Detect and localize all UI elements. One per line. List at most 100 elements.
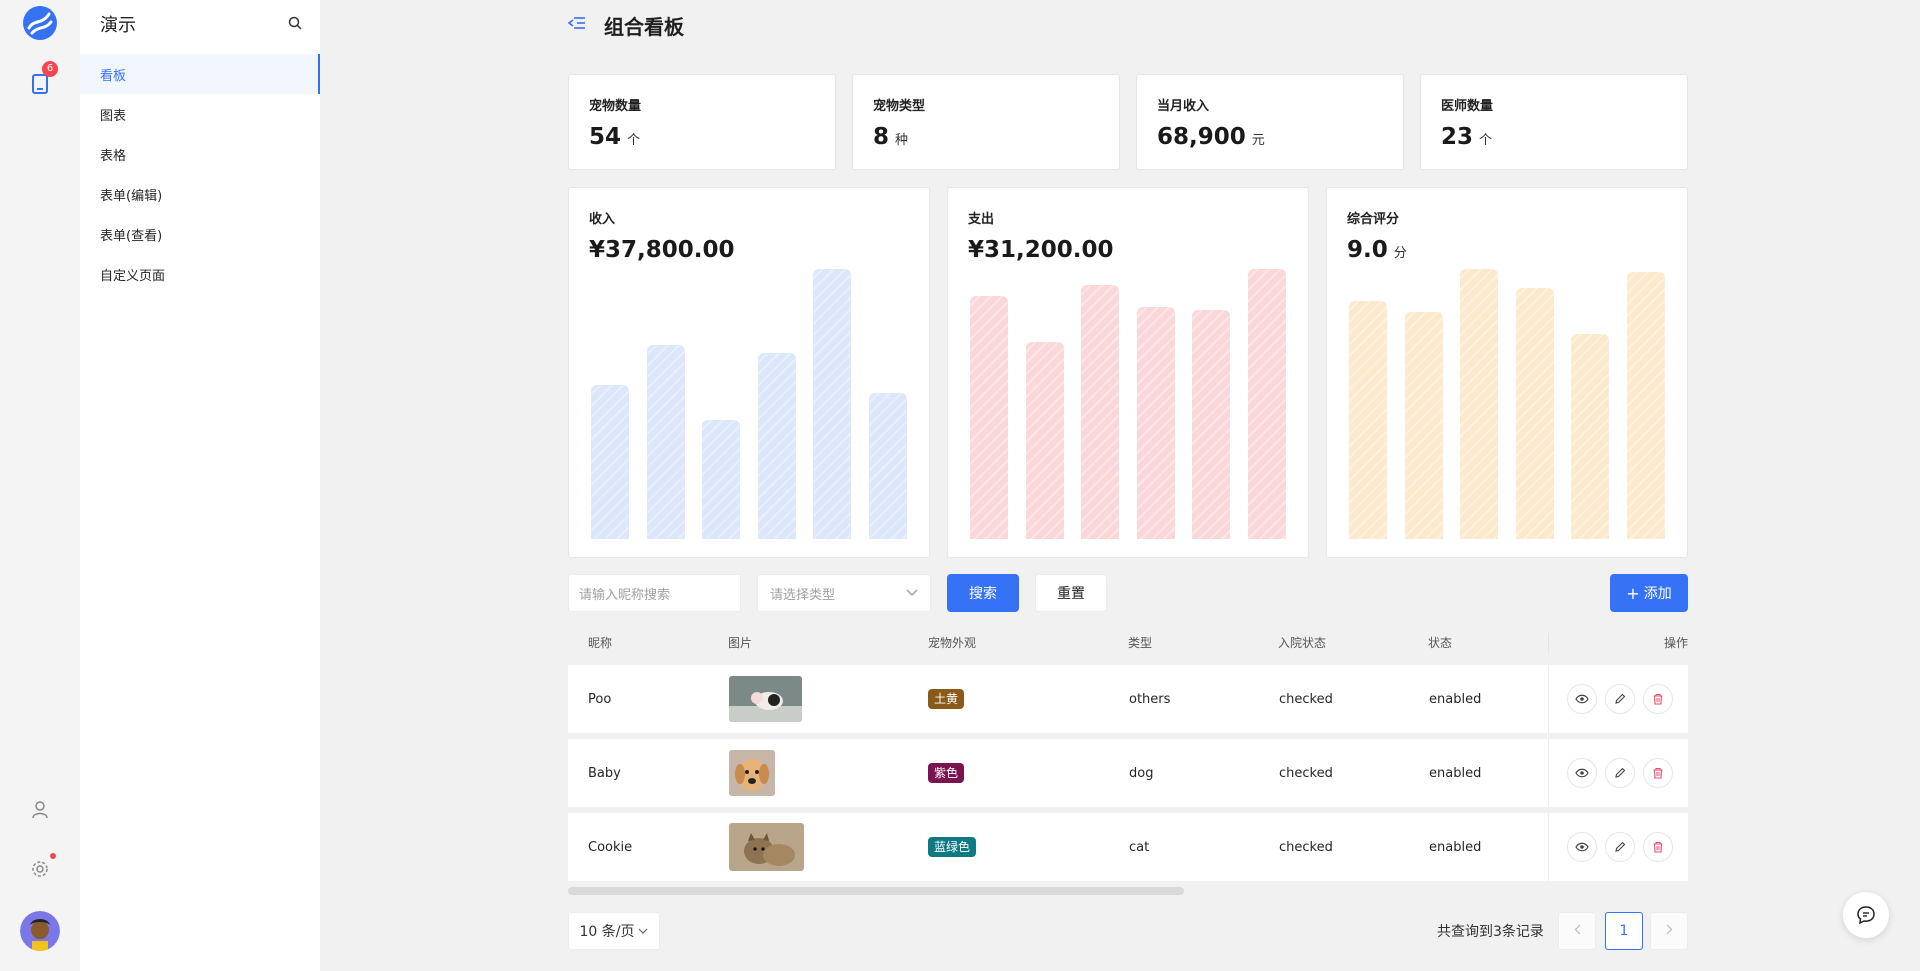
chevron-right-icon xyxy=(1666,923,1673,939)
chart-bar xyxy=(813,269,852,539)
stat-unit: 种 xyxy=(895,133,909,148)
column-header: 类型 xyxy=(1128,636,1153,650)
total-records-text: 共查询到3条记录 xyxy=(1437,924,1544,940)
menu-item-dashboard[interactable]: 看板 xyxy=(80,54,320,94)
stat-unit: 个 xyxy=(1479,133,1493,148)
chart-bar xyxy=(1515,287,1554,539)
appearance-tag: 蓝绿色 xyxy=(928,837,977,857)
type-select-placeholder: 请选择类型 xyxy=(770,587,836,603)
user-icon[interactable] xyxy=(26,796,54,824)
cell-status: enabled xyxy=(1429,839,1482,855)
stat-unit: 个 xyxy=(627,133,641,148)
chart-bar xyxy=(757,352,796,539)
chart-title: 收入 xyxy=(589,212,616,227)
chart-bar xyxy=(1192,309,1231,539)
menu-item-custom-page[interactable]: 自定义页面 xyxy=(80,254,320,294)
menu-collapse-icon[interactable] xyxy=(567,15,586,35)
chart-bar xyxy=(1627,271,1665,539)
user-avatar[interactable] xyxy=(20,911,60,951)
settings-gear-icon[interactable] xyxy=(26,853,56,883)
stat-card-pet-count: 宠物数量 54 个 xyxy=(568,74,836,170)
stat-label: 宠物数量 xyxy=(589,99,642,114)
chart-card-rating: 综合评分 9.0 分 xyxy=(1326,187,1688,558)
delete-trash-icon[interactable] xyxy=(1643,684,1673,714)
table-header: 昵称 图片 宠物外观 类型 入院状态 状态 操作 xyxy=(568,630,1688,655)
chart-title: 支出 xyxy=(968,212,995,227)
stat-card-doctor-count: 医师数量 23 个 xyxy=(1420,74,1688,170)
chart-bar xyxy=(646,344,685,539)
app-logo-icon[interactable] xyxy=(22,5,58,41)
column-header: 图片 xyxy=(728,636,753,650)
column-header: 宠物外观 xyxy=(928,636,977,650)
book-icon[interactable]: 6 xyxy=(26,61,58,98)
type-select[interactable]: 请选择类型 xyxy=(757,574,931,612)
edit-pencil-icon[interactable] xyxy=(1605,832,1635,862)
view-eye-icon[interactable] xyxy=(1567,758,1597,788)
chevron-down-icon xyxy=(906,586,918,601)
menu-item-table[interactable]: 表格 xyxy=(80,134,320,174)
pet-image[interactable] xyxy=(729,823,804,871)
next-page-button[interactable] xyxy=(1650,912,1688,950)
nickname-search-input[interactable]: 请输入昵称搜索 xyxy=(568,574,741,612)
column-header: 昵称 xyxy=(588,636,613,650)
menu-item-form-edit[interactable]: 表单(编辑) xyxy=(80,174,320,214)
chart-bar xyxy=(970,296,1008,539)
menu-item-charts[interactable]: 图表 xyxy=(80,94,320,134)
add-button-label: 添加 xyxy=(1643,586,1672,602)
stat-card-monthly-income: 当月收入 68,900 元 xyxy=(1136,74,1404,170)
pet-image[interactable] xyxy=(729,676,802,722)
chart-bar xyxy=(1349,301,1387,539)
table-row[interactable]: Poo 土黄 others checked enabled xyxy=(568,665,1688,733)
cell-status: enabled xyxy=(1429,691,1482,707)
appearance-tag: 紫色 xyxy=(928,763,965,783)
search-icon[interactable] xyxy=(288,15,302,34)
page-size-label: 10 条/页 xyxy=(579,924,635,940)
stat-value: 68,900 xyxy=(1157,124,1246,150)
stat-value: 54 xyxy=(589,124,622,150)
column-header: 入院状态 xyxy=(1278,636,1327,650)
chart-bars xyxy=(591,269,907,539)
table-row[interactable]: Cookie 蓝绿色 cat checked enabled xyxy=(568,813,1688,881)
cell-type: dog xyxy=(1129,765,1154,781)
delete-trash-icon[interactable] xyxy=(1643,758,1673,788)
page-number-button[interactable]: 1 xyxy=(1605,912,1643,950)
edit-pencil-icon[interactable] xyxy=(1605,758,1635,788)
horizontal-scrollbar[interactable] xyxy=(568,887,1184,895)
view-eye-icon[interactable] xyxy=(1567,832,1597,862)
chart-title: 综合评分 xyxy=(1347,212,1400,227)
menu-header: 演示 xyxy=(80,0,320,48)
table-row[interactable]: Baby 紫色 dog checked enabled xyxy=(568,739,1688,807)
menu-item-form-view[interactable]: 表单(查看) xyxy=(80,214,320,254)
column-header: 操作 xyxy=(1663,636,1688,650)
chart-bar xyxy=(1025,341,1064,539)
reset-button[interactable]: 重置 xyxy=(1035,574,1107,612)
cell-name: Baby xyxy=(588,765,621,781)
cell-name: Poo xyxy=(588,691,612,707)
chart-bar xyxy=(1460,269,1499,539)
add-button[interactable]: + 添加 xyxy=(1610,574,1688,612)
chevron-left-icon xyxy=(1574,923,1581,939)
chart-bar xyxy=(591,385,629,539)
row-actions xyxy=(1548,813,1688,881)
delete-trash-icon[interactable] xyxy=(1643,832,1673,862)
chat-bubble-icon[interactable] xyxy=(1843,892,1889,938)
settings-alert-dot xyxy=(50,853,56,859)
app-title: 演示 xyxy=(100,15,136,36)
chart-card-income: 收入 ¥37,800.00 xyxy=(568,187,930,558)
appearance-tag: 土黄 xyxy=(928,689,965,709)
edit-pencil-icon[interactable] xyxy=(1605,684,1635,714)
page-size-select[interactable]: 10 条/页 xyxy=(568,912,660,950)
column-header: 状态 xyxy=(1428,636,1453,650)
pet-image[interactable] xyxy=(729,750,775,796)
chart-bars xyxy=(1349,269,1665,539)
chevron-down-icon xyxy=(638,923,648,939)
stat-value: 8 xyxy=(873,124,890,150)
chart-bar xyxy=(1081,285,1120,539)
chart-card-expense: 支出 ¥31,200.00 xyxy=(947,187,1309,558)
view-eye-icon[interactable] xyxy=(1567,684,1597,714)
search-button[interactable]: 搜索 xyxy=(947,574,1019,612)
menu-sidebar: 演示 看板 图表 表格 表单(编辑) 表单(查看) 自定义页面 xyxy=(80,0,320,971)
prev-page-button[interactable] xyxy=(1558,912,1596,950)
stat-label: 宠物类型 xyxy=(873,99,926,114)
plus-icon: + xyxy=(1626,583,1640,603)
